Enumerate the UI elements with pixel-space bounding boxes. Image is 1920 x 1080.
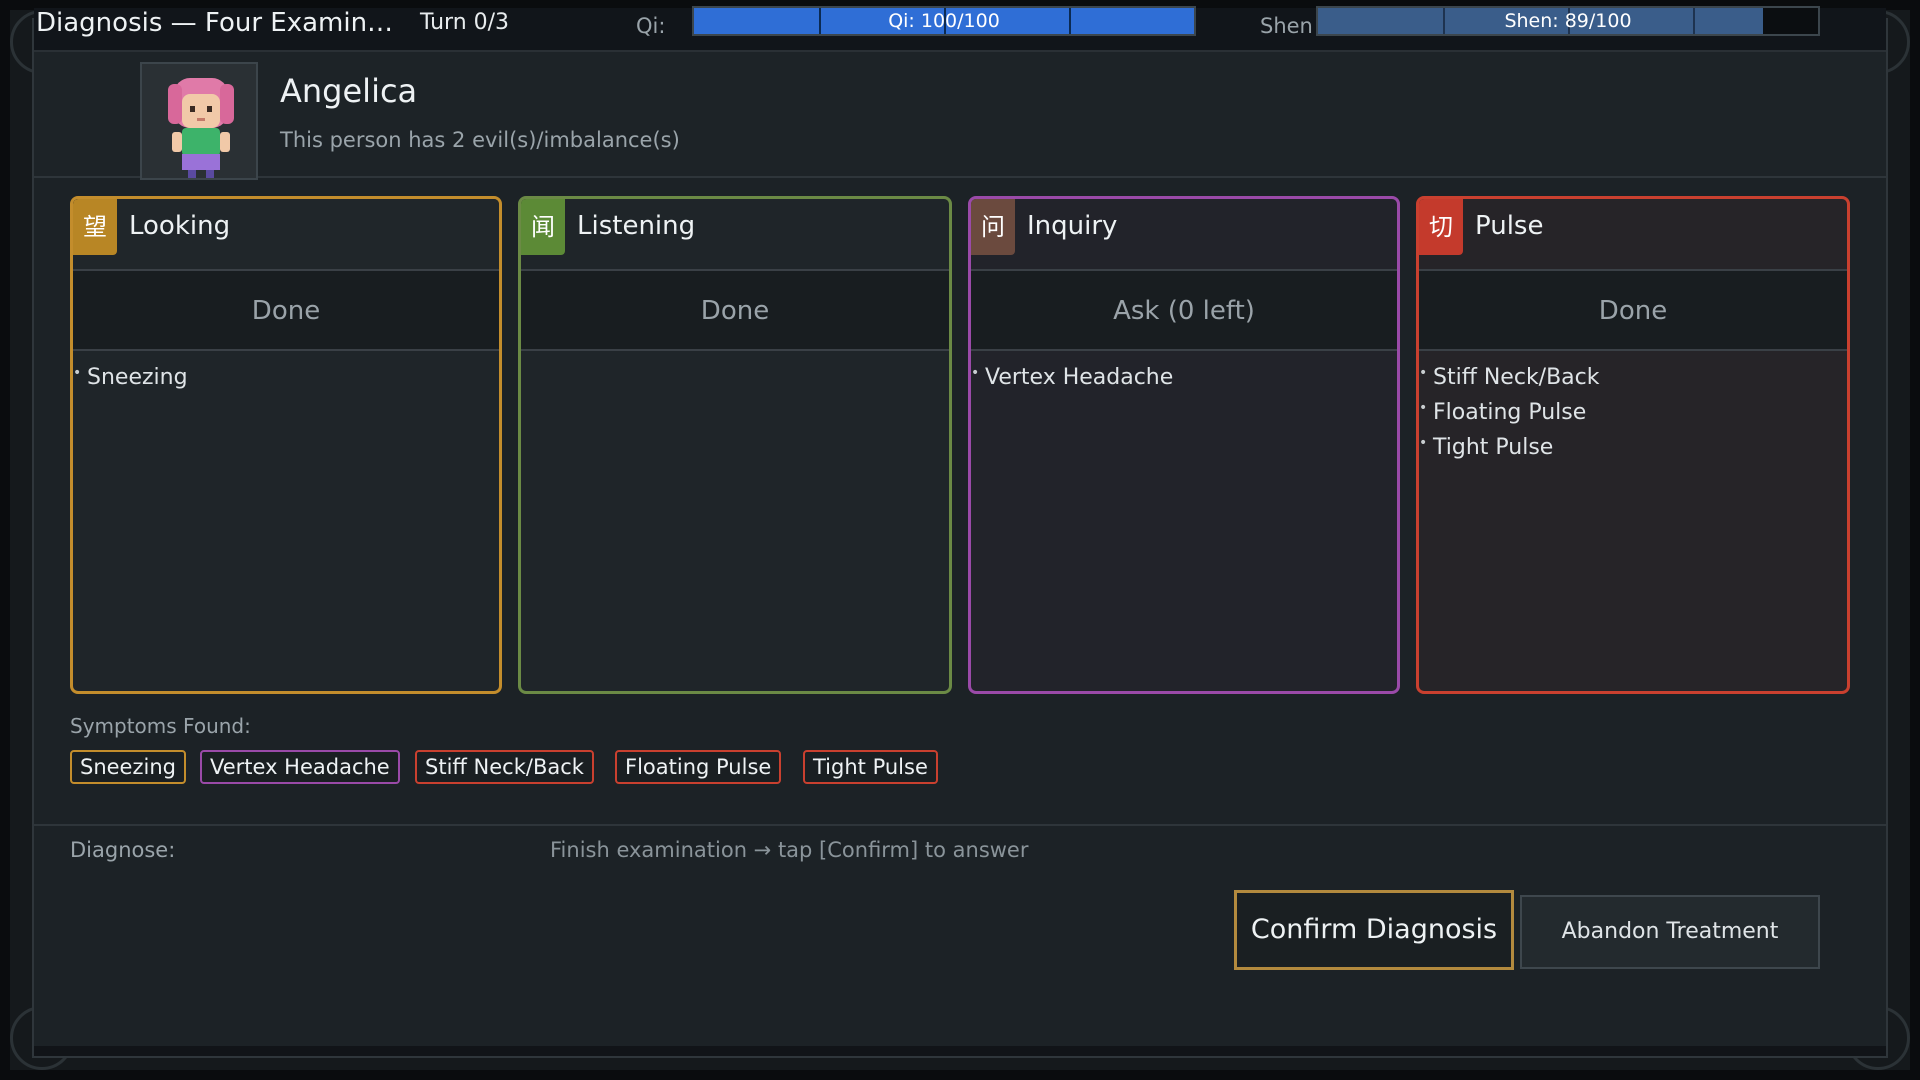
pulse-action-button[interactable]: Done: [1419, 271, 1847, 351]
pulse-card: 切 Pulse Done Stiff Neck/Back Floating Pu…: [1416, 196, 1850, 694]
qi-bar: Qi: 100/100: [692, 6, 1196, 36]
pulse-glyph-icon: 切: [1419, 199, 1463, 255]
finding-item: Floating Pulse: [1419, 400, 1847, 435]
qi-value: Qi: 100/100: [888, 10, 1000, 32]
symptom-chip[interactable]: Stiff Neck/Back: [415, 750, 594, 784]
ask-glyph-icon: 问: [971, 199, 1015, 255]
bottom-frame-band: [34, 1046, 1886, 1056]
shen-bar: Shen: 89/100: [1316, 6, 1820, 36]
card-title: Looking: [129, 211, 231, 241]
divider: [34, 824, 1886, 826]
symptom-chip[interactable]: Floating Pulse: [615, 750, 782, 784]
looking-action-button[interactable]: Done: [73, 271, 499, 351]
findings-list: Sneezing: [73, 365, 499, 400]
card-header: 切 Pulse: [1419, 199, 1847, 271]
qi-label: Qi:: [636, 14, 666, 38]
screen-title: Diagnosis — Four Examin…: [36, 8, 394, 38]
findings-list: Stiff Neck/Back Floating Pulse Tight Pul…: [1419, 365, 1847, 470]
finding-item: Vertex Headache: [971, 365, 1397, 400]
pixel-character-icon: [142, 64, 256, 178]
shen-value: Shen: 89/100: [1504, 10, 1632, 32]
listening-action-button[interactable]: Done: [521, 271, 949, 351]
finding-item: Stiff Neck/Back: [1419, 365, 1847, 400]
look-glyph-icon: 望: [73, 199, 117, 255]
symptom-chip[interactable]: Sneezing: [70, 750, 186, 784]
patient-name: Angelica: [280, 72, 418, 110]
inquiry-card: 问 Inquiry Ask (0 left) Vertex Headache: [968, 196, 1400, 694]
card-title: Pulse: [1475, 211, 1544, 241]
findings-list: Vertex Headache: [971, 365, 1397, 400]
listen-glyph-icon: 闻: [521, 199, 565, 255]
patient-description: This person has 2 evil(s)/imbalance(s): [280, 128, 680, 152]
listening-card: 闻 Listening Done: [518, 196, 952, 694]
abandon-treatment-button[interactable]: Abandon Treatment: [1520, 895, 1820, 969]
patient-avatar: [140, 62, 258, 180]
looking-card: 望 Looking Done Sneezing: [70, 196, 502, 694]
confirm-diagnosis-button[interactable]: Confirm Diagnosis: [1234, 890, 1514, 970]
shen-label: Shen: [1260, 14, 1313, 38]
diagnose-label: Diagnose:: [70, 838, 176, 862]
symptom-chip[interactable]: Tight Pulse: [803, 750, 938, 784]
symptoms-label: Symptoms Found:: [70, 714, 251, 738]
card-title: Inquiry: [1027, 211, 1118, 241]
finding-item: Tight Pulse: [1419, 435, 1847, 470]
patient-header: [34, 52, 1886, 178]
finding-item: Sneezing: [73, 365, 499, 400]
card-header: 问 Inquiry: [971, 199, 1397, 271]
turn-counter: Turn 0/3: [420, 10, 510, 35]
card-header: 闻 Listening: [521, 199, 949, 271]
symptom-chip[interactable]: Vertex Headache: [200, 750, 400, 784]
inquiry-action-button[interactable]: Ask (0 left): [971, 271, 1397, 351]
card-header: 望 Looking: [73, 199, 499, 271]
card-title: Listening: [577, 211, 696, 241]
diagnose-hint: Finish examination → tap [Confirm] to an…: [550, 838, 1029, 862]
